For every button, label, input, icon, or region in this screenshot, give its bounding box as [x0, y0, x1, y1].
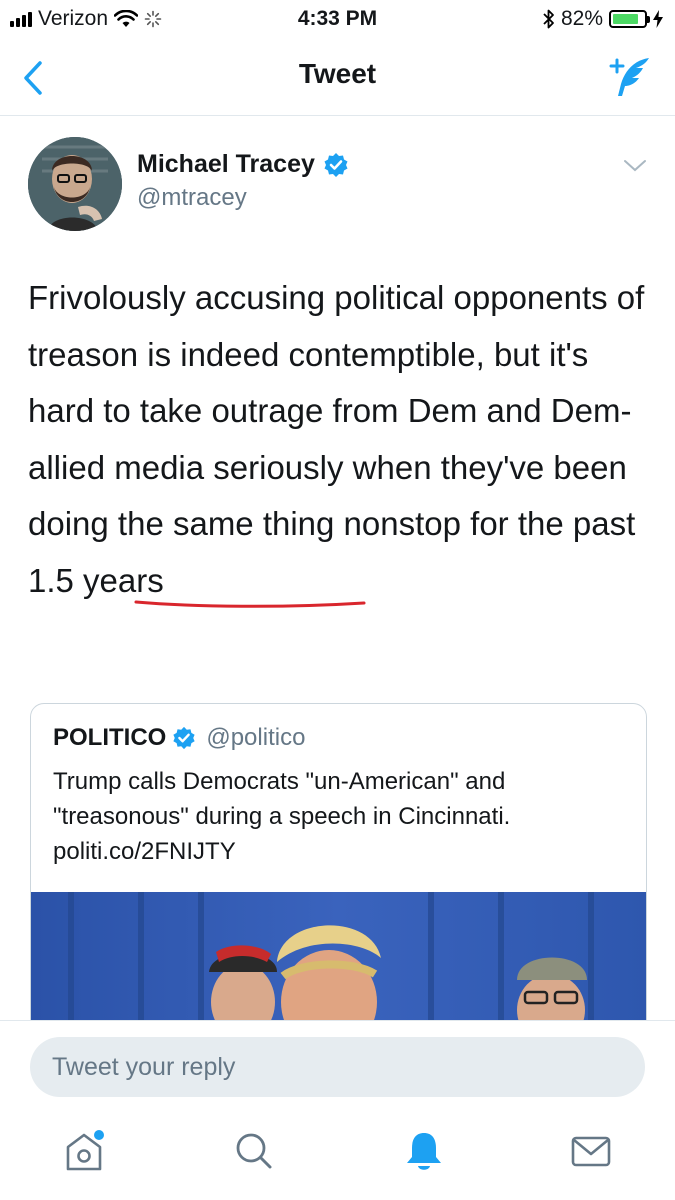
reply-bar: [0, 1020, 675, 1116]
tab-bar: [0, 1115, 675, 1200]
envelope-icon[interactable]: [567, 1127, 615, 1175]
author-name: Michael Tracey: [137, 150, 315, 178]
home-icon[interactable]: [60, 1127, 108, 1175]
chevron-down-icon[interactable]: [623, 158, 647, 174]
battery-fill: [613, 14, 638, 24]
charging-bolt-icon: [653, 10, 663, 28]
quoted-author-handle: @politico: [206, 724, 306, 751]
quoted-tweet-link[interactable]: politi.co/2FNIJTY: [53, 838, 236, 865]
quoted-author-name: POLITICO: [53, 724, 167, 751]
reply-input[interactable]: [30, 1037, 645, 1097]
status-bar: Verizon 4:33 PM 82%: [0, 0, 675, 40]
verified-badge-icon: [324, 152, 348, 177]
nav-bar: Tweet: [0, 40, 675, 116]
battery-icon: [609, 10, 650, 28]
bell-icon[interactable]: [400, 1127, 448, 1175]
page-title: Tweet: [298, 58, 377, 89]
search-icon[interactable]: [230, 1127, 278, 1175]
author-handle[interactable]: @mtracey: [137, 184, 247, 212]
battery-percent: 82%: [560, 7, 603, 30]
avatar[interactable]: [28, 137, 122, 231]
verified-badge-icon: [173, 726, 195, 750]
quoted-tweet-text: Trump calls Democrats "un-American" and …: [53, 764, 633, 869]
author-name-row[interactable]: Michael Tracey: [137, 150, 349, 179]
red-underline-annotation: [134, 600, 366, 608]
compose-tweet-icon[interactable]: [605, 54, 653, 100]
tweet-text-highlight: the same thing: [117, 505, 335, 542]
quoted-tweet-body: Trump calls Democrats "un-American" and …: [53, 768, 511, 830]
quoted-tweet-header: POLITICO @politico: [53, 724, 305, 752]
tweet-text: Frivolously accusing political opponents…: [28, 270, 653, 609]
quoted-tweet-card[interactable]: POLITICO @politico Trump calls Democrats…: [30, 703, 647, 1045]
status-right: 82%: [543, 7, 663, 31]
tweet-text-before: Frivolously accusing political opponents…: [28, 279, 645, 542]
bluetooth-icon: [543, 9, 554, 29]
avatar-image: [28, 137, 122, 231]
